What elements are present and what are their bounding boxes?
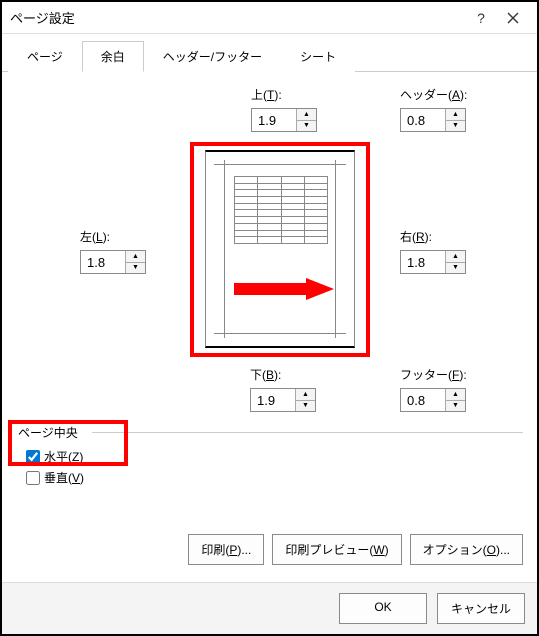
spin-up-icon[interactable]: ▲ — [297, 109, 316, 121]
spin-up-icon[interactable]: ▲ — [446, 389, 465, 401]
ok-button[interactable]: OK — [339, 593, 427, 624]
tab-bar: ページ 余白 ヘッダー/フッター シート — [2, 34, 537, 72]
close-button[interactable] — [497, 4, 529, 32]
options-button[interactable]: オプション(O)... — [410, 534, 523, 565]
header-margin-input[interactable] — [401, 109, 445, 131]
close-icon — [507, 12, 519, 24]
footer-margin-label: フッター(F): — [400, 366, 467, 383]
page-preview-highlight — [190, 142, 370, 357]
spin-down-icon[interactable]: ▼ — [297, 121, 316, 132]
center-horizontal-checkbox[interactable] — [26, 450, 40, 464]
top-margin-label: 上(T): — [251, 86, 282, 103]
footer-margin-spinner[interactable]: ▲▼ — [400, 388, 466, 412]
right-margin-label: 右(R): — [400, 228, 432, 245]
spin-down-icon[interactable]: ▼ — [446, 401, 465, 412]
center-horizontal-label: 水平(Z) — [44, 448, 83, 465]
spin-up-icon[interactable]: ▲ — [126, 251, 145, 263]
center-vertical-checkbox[interactable] — [26, 471, 40, 485]
margins-area: 上(T): ▲▼ ヘッダー(A): ▲▼ 左(L): ▲▼ 右(R): — [16, 86, 523, 426]
dialog-title: ページ設定 — [10, 8, 465, 27]
left-margin-input[interactable] — [81, 251, 125, 273]
header-margin-spinner[interactable]: ▲▼ — [400, 108, 466, 132]
titlebar: ページ設定 ? — [2, 2, 537, 34]
spin-up-icon[interactable]: ▲ — [296, 389, 315, 401]
dialog-footer: OK キャンセル — [2, 582, 537, 634]
print-preview-button[interactable]: 印刷プレビュー(W) — [272, 534, 401, 565]
page-preview — [205, 150, 355, 348]
action-button-row: 印刷(P)... 印刷プレビュー(W) オプション(O)... — [16, 534, 523, 565]
spin-down-icon[interactable]: ▼ — [126, 263, 145, 274]
preview-grid-icon — [234, 176, 328, 244]
tab-header-footer[interactable]: ヘッダー/フッター — [144, 41, 281, 72]
top-margin-spinner[interactable]: ▲▼ — [251, 108, 317, 132]
spin-down-icon[interactable]: ▼ — [446, 263, 465, 274]
top-margin-input[interactable] — [252, 109, 296, 131]
left-margin-label: 左(L): — [80, 228, 110, 245]
spin-down-icon[interactable]: ▼ — [446, 121, 465, 132]
tab-sheet[interactable]: シート — [281, 41, 355, 72]
page-center-legend: ページ中央 — [16, 424, 80, 441]
bottom-margin-input[interactable] — [251, 389, 295, 411]
print-button[interactable]: 印刷(P)... — [188, 534, 264, 565]
bottom-margin-label: 下(B): — [250, 366, 281, 383]
bottom-margin-spinner[interactable]: ▲▼ — [250, 388, 316, 412]
page-center-group: ページ中央 水平(Z) 垂直(V) — [16, 432, 523, 500]
spin-down-icon[interactable]: ▼ — [296, 401, 315, 412]
right-margin-spinner[interactable]: ▲▼ — [400, 250, 466, 274]
tab-margins[interactable]: 余白 — [82, 41, 144, 72]
spin-up-icon[interactable]: ▲ — [446, 109, 465, 121]
footer-margin-input[interactable] — [401, 389, 445, 411]
arrow-right-icon — [234, 278, 334, 300]
center-vertical-label: 垂直(V) — [44, 469, 84, 486]
help-button[interactable]: ? — [465, 4, 497, 32]
tab-page[interactable]: ページ — [8, 41, 82, 72]
header-margin-label: ヘッダー(A): — [400, 86, 467, 103]
spin-up-icon[interactable]: ▲ — [446, 251, 465, 263]
right-margin-input[interactable] — [401, 251, 445, 273]
left-margin-spinner[interactable]: ▲▼ — [80, 250, 146, 274]
cancel-button[interactable]: キャンセル — [437, 593, 525, 624]
